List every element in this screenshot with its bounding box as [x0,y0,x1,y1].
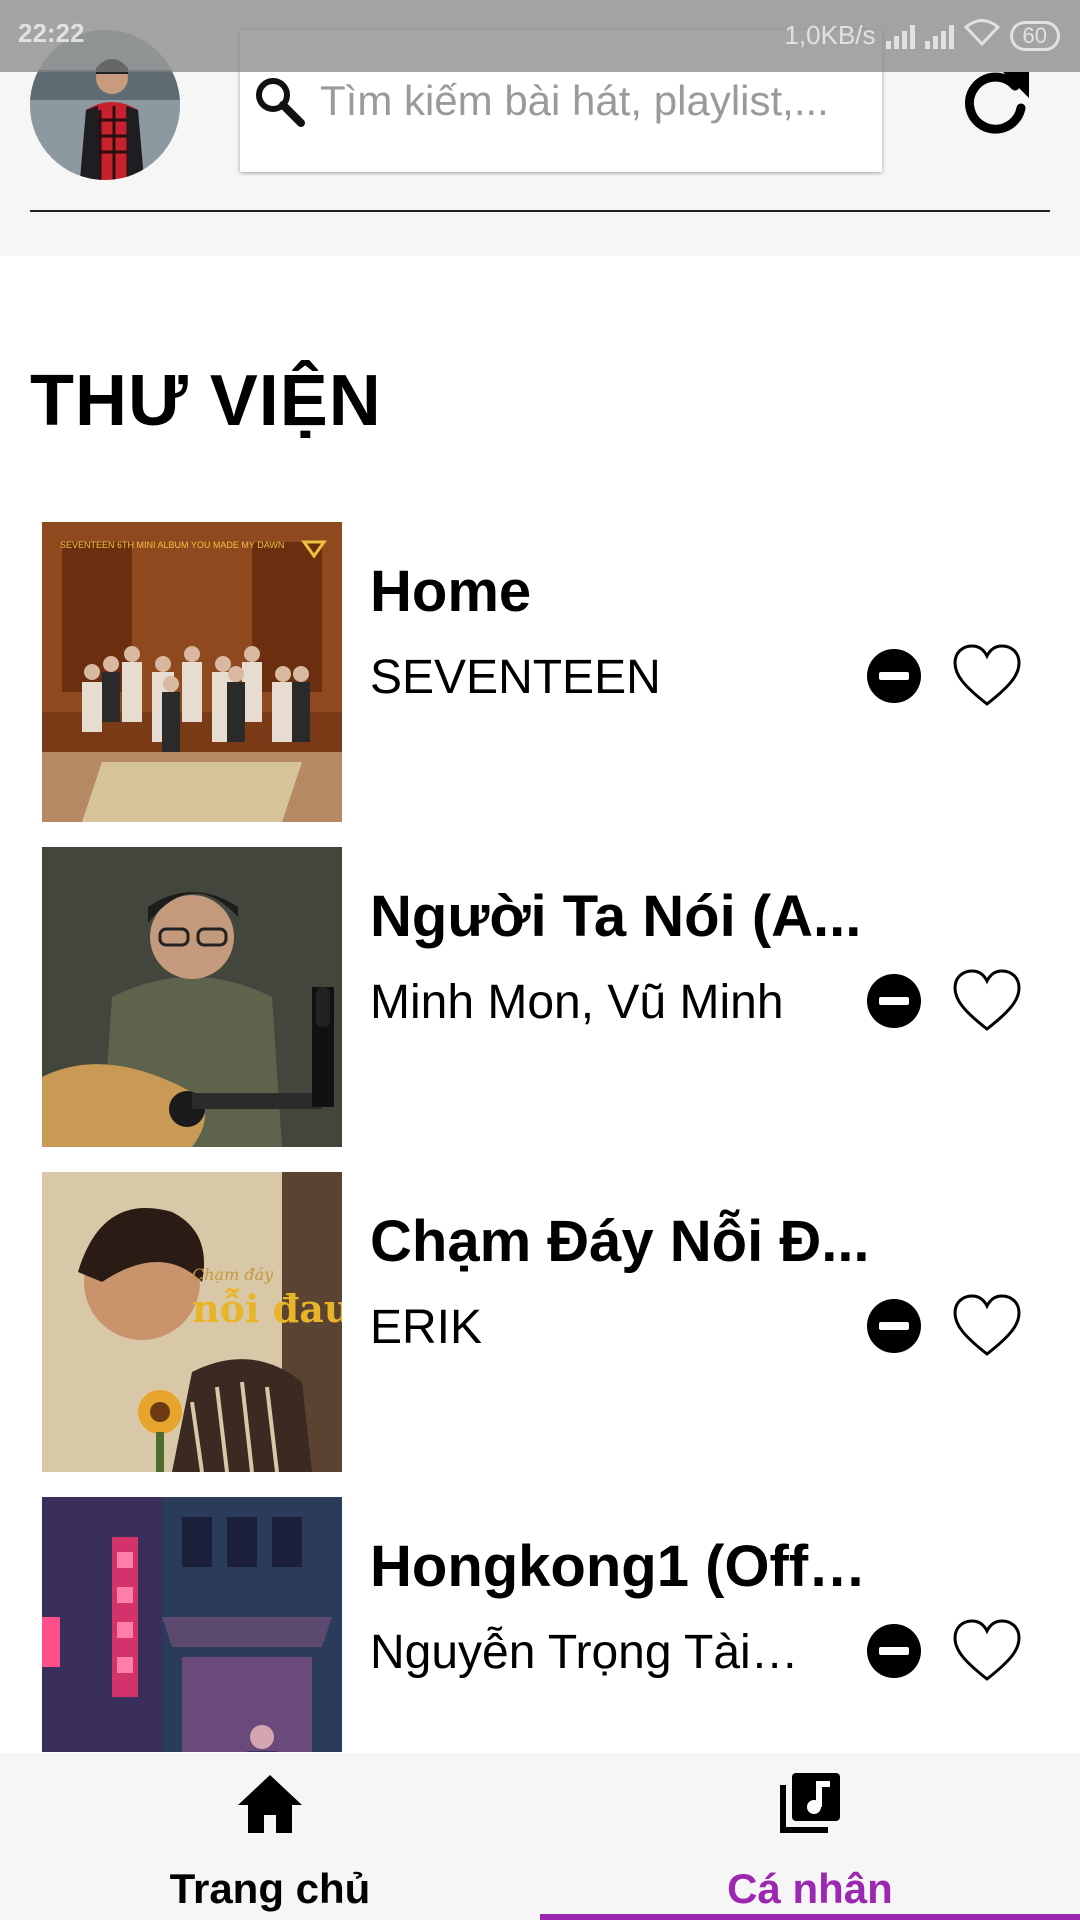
song-list[interactable]: SEVENTEEN 6TH MINI ALBUM YOU MADE MY DAW… [0,522,1080,1752]
heart-outline-icon [953,969,1021,1031]
remove-button[interactable] [866,1298,922,1354]
album-cover [42,847,342,1147]
library-title: THƯ VIỆN [30,361,382,441]
song-artist: ERIK [370,1301,483,1354]
battery-icon: 60 [1009,20,1060,51]
nav-personal-label: Cá nhân [727,1865,893,1912]
like-button[interactable] [952,967,1022,1035]
home-icon [238,1775,302,1833]
album-cover [42,1497,342,1752]
header-divider [30,210,1050,212]
remove-button[interactable] [866,973,922,1029]
heart-outline-icon [953,1294,1021,1356]
status-bar: 22:22 1,0KB/s 60 [0,0,1080,72]
active-tab-indicator [540,1914,1080,1920]
song-artist: Nguyễn Trọng Tài ,... [370,1626,810,1679]
album-cover: Chạm đáy nỗi đau [42,1172,342,1472]
song-artist: SEVENTEEN [370,651,661,704]
signal-2-icon [924,23,954,49]
status-time: 22:22 [18,18,85,48]
song-item[interactable]: SEVENTEEN 6TH MINI ALBUM YOU MADE MY DAW… [0,522,1080,822]
status-icons: 1,0KB/s 60 [784,18,1060,53]
heart-outline-icon [953,1619,1021,1681]
remove-circle-icon [867,1299,921,1353]
cover-text: nỗi đau [192,1286,342,1331]
album-cover: SEVENTEEN 6TH MINI ALBUM YOU MADE MY DAW… [42,522,342,822]
song-title: Hongkong1 (Offi... [370,1534,870,1599]
remove-button[interactable] [866,648,922,704]
bottom-navigation: Trang chủ Cá nhân [0,1753,1080,1920]
wifi-icon [963,18,1000,53]
remove-button[interactable] [866,1623,922,1679]
music-library-icon [780,1773,840,1833]
cover-text: Chạm đáy [192,1265,274,1284]
song-title: Người Ta Nói (A... [370,884,862,949]
search-icon[interactable] [248,70,310,132]
cover-badge-text: SEVENTEEN 6TH MINI ALBUM YOU MADE MY DAW… [60,540,284,550]
like-button[interactable] [952,1617,1022,1685]
heart-outline-icon [953,644,1021,706]
song-title: Chạm Đáy Nỗi Đ... [370,1209,870,1274]
song-item[interactable]: Chạm đáy nỗi đau Chạm Đáy Nỗi Đ... ERIK [0,1172,1080,1472]
remove-circle-icon [867,1624,921,1678]
song-title: Home [370,559,532,624]
nav-home-tab[interactable]: Trang chủ [0,1753,540,1920]
signal-icon [885,23,915,49]
song-artist: Minh Mon, Vũ Minh [370,976,784,1029]
refresh-icon [964,72,1029,134]
remove-circle-icon [867,974,921,1028]
network-speed: 1,0KB/s [784,20,876,50]
like-button[interactable] [952,1292,1022,1360]
refresh-button[interactable] [955,62,1035,142]
like-button[interactable] [952,642,1022,710]
nav-personal-tab[interactable]: Cá nhân [540,1753,1080,1920]
nav-home-label: Trang chủ [169,1865,371,1912]
search-input[interactable] [320,77,860,125]
song-item[interactable]: Hongkong1 (Offi... Nguyễn Trọng Tài ,... [0,1497,1080,1752]
song-item[interactable]: Người Ta Nói (A... Minh Mon, Vũ Minh [0,847,1080,1147]
remove-circle-icon [867,649,921,703]
